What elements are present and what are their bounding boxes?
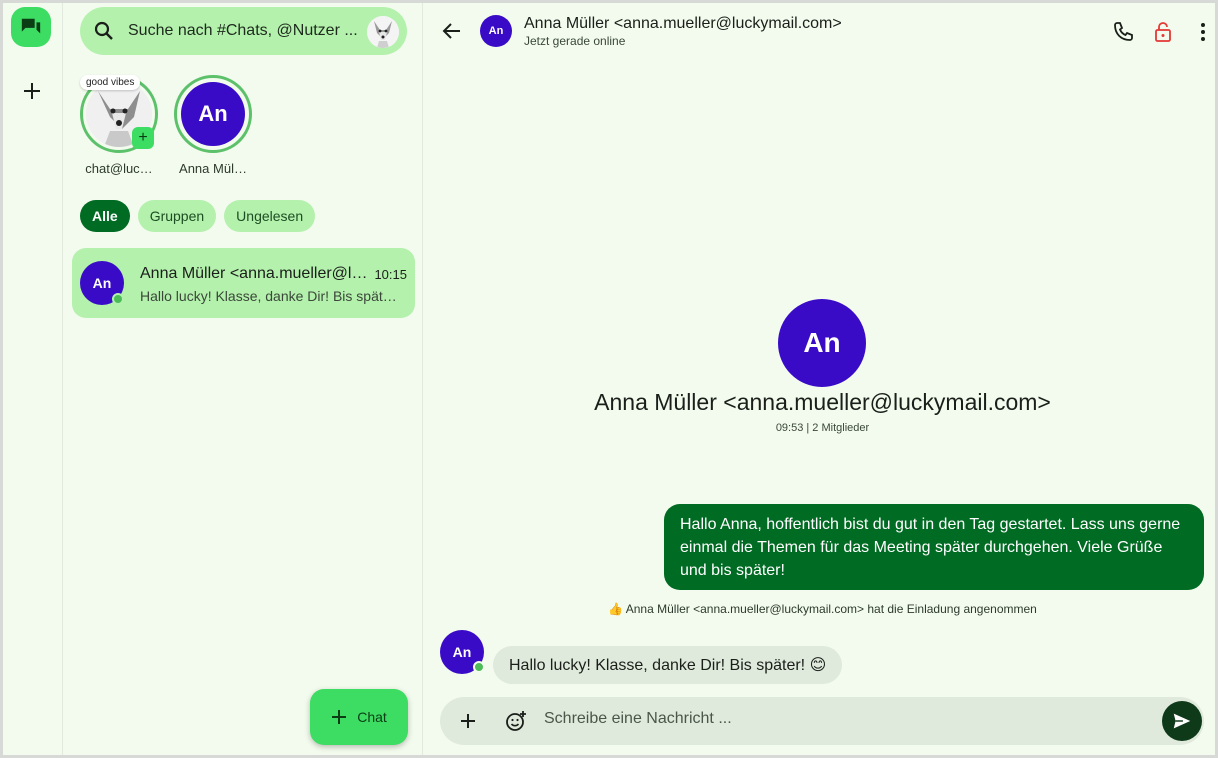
send-icon: [1173, 713, 1191, 729]
online-indicator: [112, 293, 124, 305]
conversation-name: Anna Müller <anna.mueller@luckymail.com>: [140, 265, 370, 282]
phone-icon[interactable]: [1111, 20, 1135, 44]
avatar[interactable]: An: [480, 15, 512, 47]
search-bar[interactable]: Suche nach #Chats, @Nutzer ...: [80, 7, 407, 55]
chat-intro-meta: 09:53 | 2 Mitglieder: [775, 422, 870, 434]
chat-status: Jetzt gerade online: [524, 34, 626, 48]
conversation-item[interactable]: An Anna Müller <anna.mueller@luckymail.c…: [72, 248, 415, 318]
new-chat-button[interactable]: Chat: [310, 689, 408, 745]
add-emoji-icon[interactable]: [504, 709, 528, 733]
rail-chats-button[interactable]: [11, 7, 51, 47]
conversation-time: 10:15: [374, 267, 407, 282]
search-input[interactable]: Suche nach #Chats, @Nutzer ...: [128, 22, 358, 40]
filter-chip-unread[interactable]: Ungelesen: [224, 200, 316, 232]
chat-header: An Anna Müller <anna.mueller@luckymail.c…: [424, 3, 1215, 61]
message-incoming[interactable]: Hallo lucky! Klasse, danke Dir! Bis spät…: [493, 646, 843, 684]
filter-chip-all[interactable]: Alle: [80, 200, 130, 232]
account-avatar[interactable]: [367, 16, 399, 48]
message-composer: Schreibe eine Nachricht ...: [440, 697, 1204, 745]
system-message: 👍 Anna Müller <anna.mueller@luckymail.co…: [608, 602, 1037, 616]
message-outgoing[interactable]: Hallo Anna, hoffentlich bist du gut in d…: [664, 504, 1204, 590]
conversation-preview: Hallo lucky! Klasse, danke Dir! Bis spät…: [140, 288, 402, 304]
filter-chips: Alle Gruppen Ungelesen: [80, 200, 316, 232]
chat-intro-name: Anna Müller <anna.mueller@luckymail.com>: [594, 389, 1051, 415]
chat-bubbles-icon: [21, 18, 41, 34]
chat-intro-avatar: An: [778, 299, 866, 387]
story-label: Anna Mül…: [179, 161, 247, 176]
chat-list-pane: Suche nach #Chats, @Nutzer ... good vibe…: [64, 3, 423, 755]
app-window: Suche nach #Chats, @Nutzer ... good vibe…: [3, 3, 1215, 755]
rail-add-button[interactable]: [18, 77, 46, 105]
stories-row: good vibes + chat@luc… An Anna Mül…: [80, 73, 420, 183]
more-vert-icon[interactable]: [1191, 20, 1215, 44]
dog-avatar-icon: [367, 16, 399, 48]
online-indicator: [473, 661, 485, 673]
avatar: An: [181, 82, 245, 146]
message-input[interactable]: Schreibe eine Nachricht ...: [544, 710, 1144, 728]
story-ring: An: [174, 75, 252, 153]
search-icon: [94, 21, 113, 40]
nav-rail: [3, 3, 63, 755]
plus-icon: [24, 83, 40, 99]
back-arrow-icon[interactable]: [440, 19, 464, 43]
chat-pane: An Anna Müller <anna.mueller@luckymail.c…: [424, 3, 1215, 755]
send-button[interactable]: [1162, 701, 1202, 741]
plus-icon: [332, 710, 347, 724]
story-status-bubble: good vibes: [80, 75, 141, 90]
lock-open-icon[interactable]: [1151, 20, 1175, 44]
story-label: chat@luc…: [85, 161, 153, 176]
plus-icon[interactable]: [456, 709, 480, 733]
add-story-button[interactable]: +: [132, 127, 154, 149]
chat-title[interactable]: Anna Müller <anna.mueller@luckymail.com>: [524, 15, 842, 33]
filter-chip-groups[interactable]: Gruppen: [137, 200, 217, 232]
new-chat-label: Chat: [357, 709, 387, 725]
